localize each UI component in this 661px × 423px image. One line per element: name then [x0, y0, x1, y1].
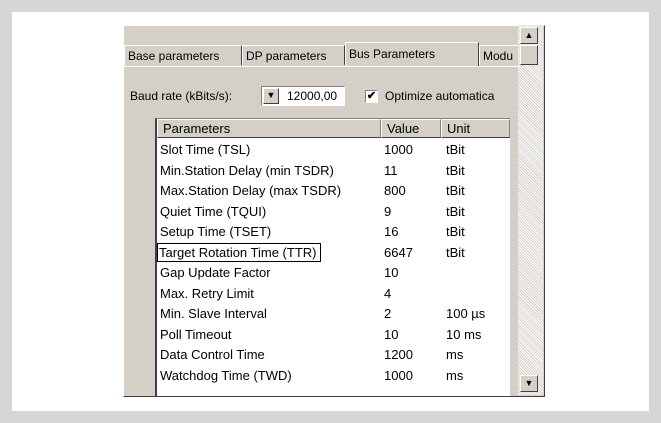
parameter-value: 1200	[384, 347, 413, 362]
table-row[interactable]: Slot Time (TSL) 1000 tBit	[157, 140, 510, 161]
table-row[interactable]: Max.Station Delay (max TSDR) 800 tBit	[157, 181, 510, 202]
parameter-value: 11	[384, 162, 398, 178]
parameter-name: Poll Timeout	[160, 326, 232, 342]
column-header-parameters[interactable]: Parameters	[157, 119, 381, 138]
parameter-name: Quiet Time (TQUI)	[160, 203, 267, 219]
baud-rate-value: 12000,00	[287, 89, 338, 103]
baud-rate-dropdown[interactable]: ▼ 12000,00	[261, 86, 345, 106]
parameter-name: Setup Time (TSET)	[160, 224, 272, 239]
table-row[interactable]: Poll Timeout 10 10 ms	[157, 325, 510, 346]
chevron-down-icon[interactable]: ▼	[263, 88, 279, 104]
parameter-unit: tBit	[446, 244, 465, 260]
scroll-up-icon[interactable]: ▲	[520, 27, 538, 44]
parameter-value: 800	[384, 183, 406, 198]
parameter-value: 10	[384, 265, 399, 280]
parameter-value: 1000	[384, 367, 413, 383]
parameter-value: 10	[384, 326, 399, 342]
table-row[interactable]: Target Rotation Time (TTR) 6647 tBit	[157, 242, 510, 264]
table-row[interactable]: Quiet Time (TQUI) 9 tBit	[157, 202, 510, 223]
tab-base-parameters[interactable]: Base parameters	[124, 45, 242, 65]
scrollbar-thumb[interactable]	[520, 45, 538, 65]
parameter-unit: tBit	[446, 183, 465, 198]
column-header-unit[interactable]: Unit	[441, 119, 510, 138]
table-row[interactable]: Setup Time (TSET) 16 tBit	[157, 222, 510, 243]
parameter-value: 16	[384, 224, 399, 239]
table-row[interactable]: Min.Station Delay (min TSDR) 11 tBit	[157, 161, 510, 182]
parameter-unit: ms	[446, 367, 464, 383]
bus-parameters-dialog: Base parameters DP parameters Bus Parame…	[123, 25, 545, 397]
table-body: Slot Time (TSL) 1000 tBit Min.Station Delay…	[157, 140, 510, 386]
parameter-name: Max. Retry Limit	[160, 285, 254, 301]
table-row[interactable]: Min. Slave Interval 2 100 µs	[157, 304, 510, 325]
tab-divider	[124, 66, 520, 67]
parameter-unit: tBit	[446, 203, 465, 219]
parameter-name: Watchdog Time (TWD)	[160, 367, 292, 383]
parameter-unit: tBit	[446, 224, 465, 239]
baud-rate-label: Baud rate (kBits/s):	[130, 89, 233, 103]
table-row[interactable]: Max. Retry Limit 4	[157, 284, 510, 305]
parameter-name: Min.Station Delay (min TSDR)	[160, 162, 334, 178]
parameter-unit: tBit	[446, 162, 465, 178]
vertical-scrollbar[interactable]: ▲ ▼	[518, 25, 543, 395]
parameter-unit: tBit	[446, 142, 465, 157]
table-row[interactable]: Watchdog Time (TWD) 1000 ms	[157, 366, 510, 387]
parameter-value: 1000	[384, 142, 413, 157]
parameter-name: Max.Station Delay (max TSDR)	[160, 183, 342, 198]
parameter-unit: 100 µs	[446, 306, 486, 321]
parameter-name: Min. Slave Interval	[160, 306, 267, 321]
column-header-value[interactable]: Value	[381, 119, 441, 138]
table-row[interactable]: Gap Update Factor 10	[157, 263, 510, 284]
optimize-checkbox[interactable]: ✔	[365, 90, 378, 103]
parameter-name: Gap Update Factor	[160, 265, 271, 280]
parameter-value: 4	[384, 285, 392, 301]
parameter-unit: ms	[446, 347, 464, 362]
tab-bus-parameters[interactable]: Bus Parameters	[345, 42, 479, 66]
table-row[interactable]: Data Control Time 1200 ms	[157, 345, 510, 366]
optimize-label: Optimize automatica	[385, 89, 495, 103]
parameter-value: 2	[384, 306, 392, 321]
parameter-value: 9	[384, 203, 392, 219]
parameter-name: Data Control Time	[160, 347, 265, 362]
scroll-down-icon[interactable]: ▼	[520, 375, 538, 392]
parameter-name: Slot Time (TSL)	[160, 142, 251, 157]
parameters-table: Parameters Value Unit Slot Time (TSL) 100…	[155, 118, 510, 396]
parameter-name: Target Rotation Time (TTR)	[157, 242, 321, 262]
parameter-value: 6647	[384, 244, 413, 260]
tab-dp-parameters[interactable]: DP parameters	[242, 45, 345, 65]
parameter-unit: 10 ms	[446, 326, 482, 342]
